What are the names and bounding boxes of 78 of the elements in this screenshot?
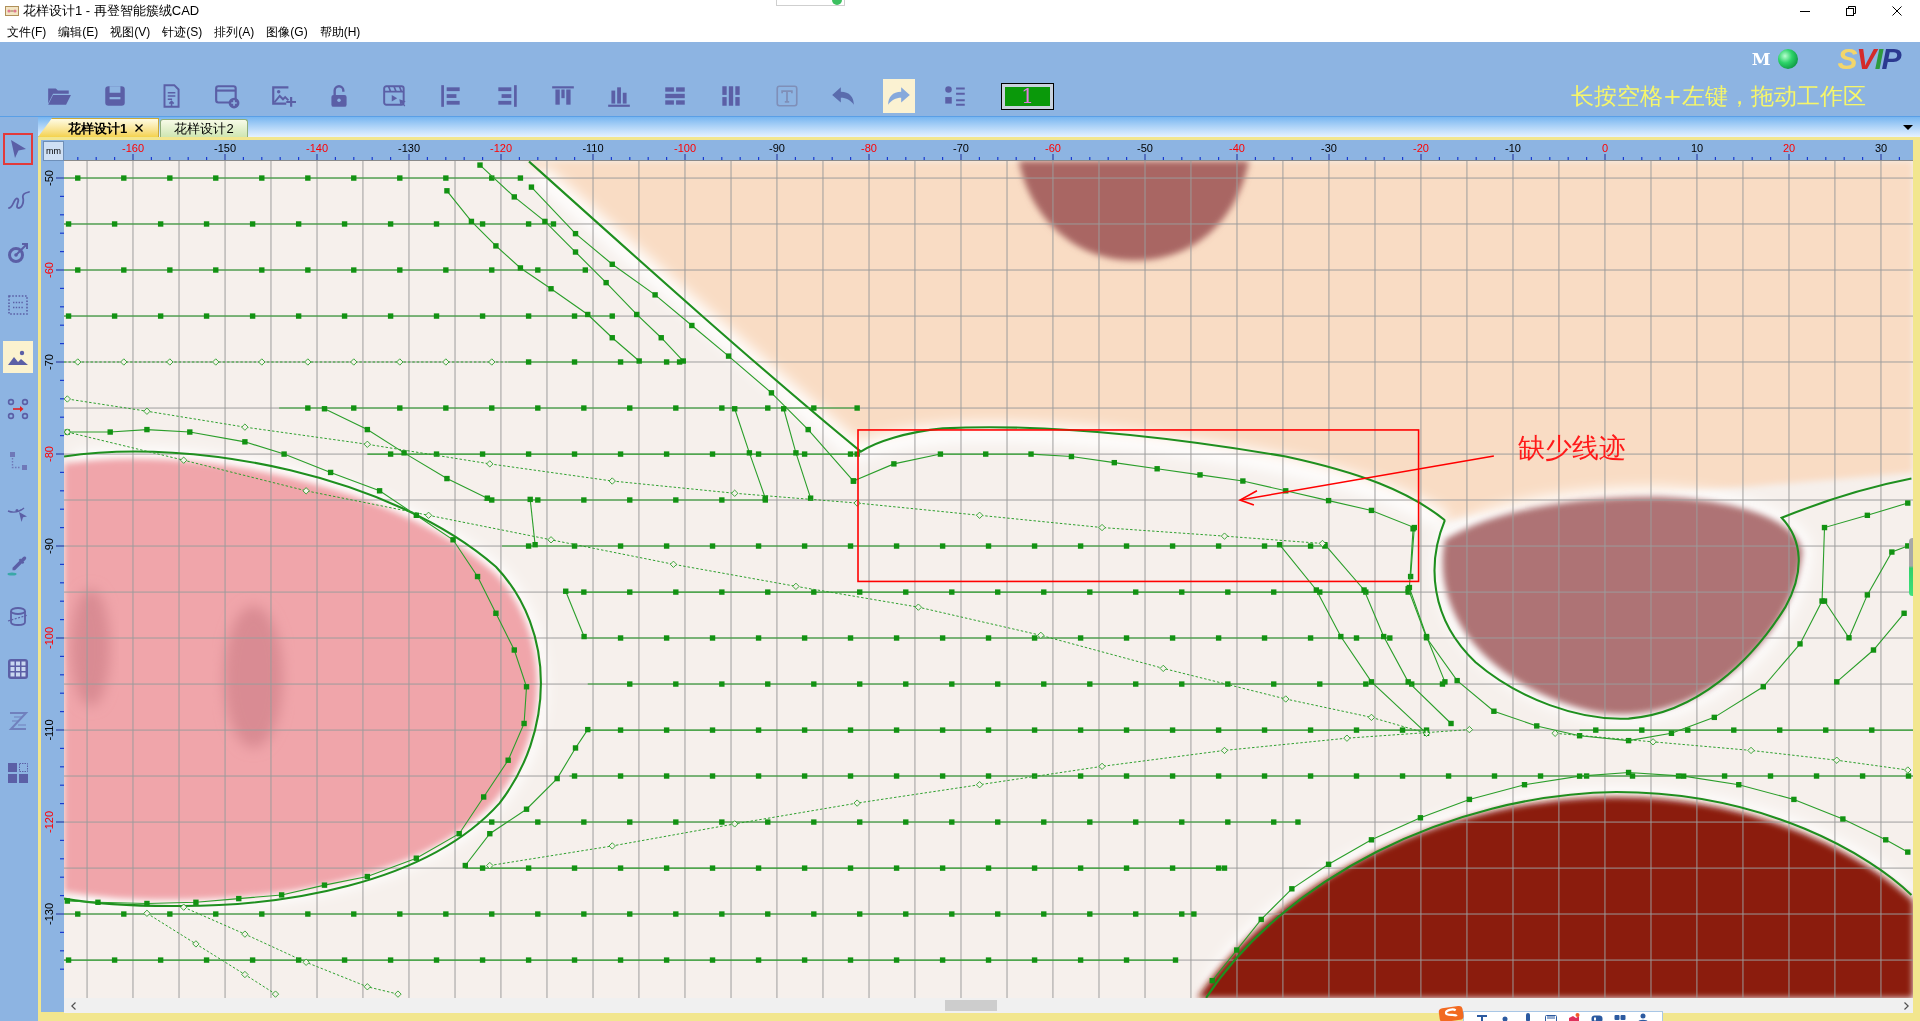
ruler-label: -60	[43, 261, 55, 280]
app-icon	[5, 5, 19, 17]
ruler-label: -110	[581, 143, 605, 154]
select-tool[interactable]	[3, 133, 33, 165]
document-tab[interactable]: 花样设计1	[38, 118, 159, 137]
ruler-label: -80	[43, 445, 55, 464]
ruler-label: -150	[213, 143, 237, 154]
grid-icon	[6, 657, 30, 681]
ruler-label: -90	[768, 143, 786, 154]
image-plus-icon	[270, 83, 296, 109]
counter-display: 1	[1001, 82, 1054, 110]
ruler-label: -50	[43, 169, 55, 188]
ruler-label: -20	[1412, 143, 1430, 154]
ruler-label: -130	[43, 902, 55, 927]
squares-icon	[6, 761, 30, 785]
ruler-label: -50	[1136, 143, 1154, 154]
cylinder-icon	[6, 605, 30, 629]
dropdown-icon[interactable]	[1903, 125, 1913, 130]
toggle-icon[interactable]	[1591, 1013, 1603, 1021]
keyboard-icon[interactable]	[1545, 1013, 1557, 1021]
menu-item[interactable]: 编辑(E)	[58, 26, 99, 38]
scroll-thumb[interactable]	[945, 1000, 997, 1011]
ruler-label: -90	[43, 537, 55, 556]
text-box-icon	[774, 83, 800, 109]
horizontal-scrollbar[interactable]	[64, 998, 1913, 1013]
chevron-right-icon[interactable]	[1904, 1002, 1909, 1010]
annotation-text: 缺少线迹	[1518, 434, 1626, 461]
unit-label: mm	[43, 141, 64, 161]
menu-item[interactable]: 帮助(H)	[319, 26, 361, 38]
ruler-label: 0	[1600, 143, 1610, 154]
ruler-label: -110	[43, 718, 55, 743]
image-tool[interactable]	[3, 341, 33, 373]
person-icon[interactable]	[1637, 1013, 1649, 1021]
nodes-arrow-icon	[6, 397, 30, 421]
mode-indicator: M	[1751, 50, 1771, 68]
minimize-icon	[1800, 10, 1810, 12]
ruler-label: -10	[1504, 143, 1522, 154]
film-cursor-icon	[382, 83, 408, 109]
ruler-label: 30	[1873, 143, 1889, 154]
menu-item[interactable]: 针迹(S)	[162, 26, 203, 38]
ruler-label: -70	[43, 353, 55, 372]
ruler-label: -30	[1320, 143, 1338, 154]
ime-logo-icon[interactable]	[1437, 1005, 1465, 1021]
ruler-label: -120	[43, 810, 55, 835]
ruler-label: -160	[121, 143, 145, 154]
dotted-rectangle-icon	[6, 293, 30, 317]
window-title: 花样设计1 - 再登智能簇绒CAD	[23, 2, 200, 21]
skin-icon[interactable]	[1568, 1013, 1580, 1021]
window-plus-icon	[214, 83, 240, 109]
close-icon[interactable]	[135, 124, 144, 132]
document-tab[interactable]: 花样设计2	[160, 119, 248, 137]
status-light-icon	[1777, 49, 1798, 69]
menu-item[interactable]: 图像(G)	[266, 26, 308, 38]
menu-item[interactable]: 视图(V)	[110, 26, 151, 38]
ruler-label: 10	[1689, 143, 1705, 154]
ruler-label: -130	[397, 143, 421, 154]
ruler-label: -100	[43, 626, 55, 651]
ring-arrow-icon	[6, 241, 30, 265]
ruler-label: 20	[1781, 143, 1797, 154]
t-shape-icon[interactable]	[1476, 1013, 1488, 1021]
ruler-label: -140	[305, 143, 329, 154]
z-lines-icon	[6, 709, 30, 733]
menu-item[interactable]: 排列(A)	[214, 26, 255, 38]
ruler-label: -60	[1044, 143, 1062, 154]
hint-text: 长按空格+左键，拖动工作区	[1570, 84, 1866, 108]
ruler-label: -120	[489, 143, 513, 154]
close-icon	[1892, 6, 1902, 16]
chevron-left-icon[interactable]	[71, 1002, 76, 1010]
ruler-label: -100	[673, 143, 697, 154]
ruler-label: -40	[1228, 143, 1246, 154]
ruler-label: -80	[860, 143, 878, 154]
menu-item[interactable]: 文件(F)	[7, 26, 47, 38]
apps-icon[interactable]	[1614, 1013, 1626, 1021]
list-icon	[942, 83, 968, 109]
ruler-label: -70	[952, 143, 970, 154]
redo-button[interactable]	[883, 79, 915, 113]
restore-icon	[1846, 6, 1856, 16]
logo: SVIP	[1837, 44, 1900, 74]
